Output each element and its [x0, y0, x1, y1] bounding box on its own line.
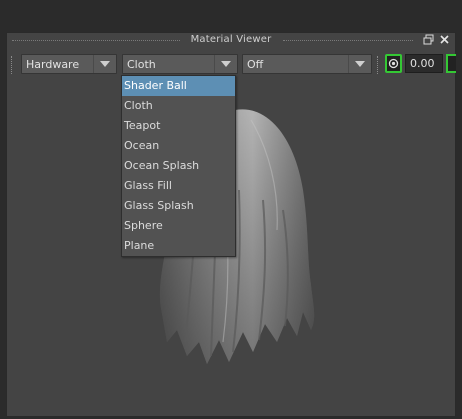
close-icon[interactable]	[438, 33, 451, 46]
menu-item-shader-ball[interactable]: Shader Ball	[122, 76, 235, 96]
renderer-dropdown[interactable]: Hardware	[21, 54, 117, 74]
menu-item-plane[interactable]: Plane	[122, 236, 235, 256]
renderer-value: Hardware	[26, 57, 80, 71]
chevron-down-icon	[348, 55, 371, 73]
gamma-toggle-icon[interactable]	[446, 54, 456, 73]
environment-dropdown[interactable]: Off	[242, 54, 372, 74]
geometry-value: Cloth	[127, 57, 156, 71]
toolbar-grip[interactable]	[11, 56, 15, 74]
chevron-down-icon	[214, 55, 237, 73]
menu-item-glass-splash[interactable]: Glass Splash	[122, 196, 235, 216]
menu-item-glass-fill[interactable]: Glass Fill	[122, 176, 235, 196]
exposure-toggle-icon[interactable]	[385, 54, 402, 73]
chevron-down-icon	[93, 55, 116, 73]
restore-window-icon[interactable]	[422, 33, 435, 46]
menu-item-ocean[interactable]: Ocean	[122, 136, 235, 156]
geometry-menu: Shader Ball Cloth Teapot Ocean Ocean Spl…	[121, 75, 236, 257]
menu-item-cloth[interactable]: Cloth	[122, 96, 235, 116]
environment-value: Off	[247, 57, 264, 71]
window-title: Material Viewer	[190, 34, 272, 45]
menu-item-sphere[interactable]: Sphere	[122, 216, 235, 236]
menu-item-teapot[interactable]: Teapot	[122, 116, 235, 136]
geometry-dropdown[interactable]: Cloth	[122, 54, 238, 74]
exposure-field[interactable]: 0.00	[405, 54, 443, 73]
menu-item-ocean-splash[interactable]: Ocean Splash	[122, 156, 235, 176]
toolbar-grip-2[interactable]	[377, 56, 381, 74]
